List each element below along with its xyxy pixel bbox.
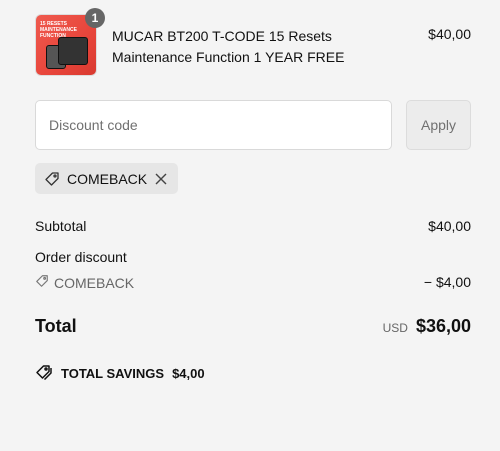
applied-discount-tag: COMEBACK xyxy=(35,163,179,194)
savings-value: $4,00 xyxy=(172,366,205,381)
discount-code-input[interactable] xyxy=(35,100,392,150)
currency-code: USD xyxy=(382,321,408,335)
remove-discount-icon[interactable] xyxy=(154,172,168,186)
total-amount: $36,00 xyxy=(415,316,471,336)
subtotal-row: Subtotal $40,00 xyxy=(35,218,471,234)
applied-code-label: COMEBACK xyxy=(67,170,148,187)
discount-amount: − $4,00 xyxy=(423,274,471,290)
order-discount-row: Order discount xyxy=(35,249,471,265)
discount-code-row: COMEBACK − $4,00 xyxy=(35,274,471,291)
discount-code-label: COMEBACK xyxy=(54,274,135,291)
subtotal-label: Subtotal xyxy=(35,218,87,234)
product-thumbnail: 15 RESETS MAINTENANCE FUNCTION 1 xyxy=(35,8,105,76)
apply-button[interactable]: Apply xyxy=(406,100,471,150)
cart-line-item: 15 RESETS MAINTENANCE FUNCTION 1 MUCAR B… xyxy=(35,8,471,76)
total-row: Total USD $36,00 xyxy=(35,316,471,337)
total-savings: TOTAL SAVINGS $4,00 xyxy=(35,364,205,383)
product-price: $40,00 xyxy=(428,26,471,42)
total-label: Total xyxy=(35,316,77,336)
savings-label: TOTAL SAVINGS xyxy=(61,366,165,381)
savings-tag-icon xyxy=(35,364,53,383)
quantity-badge: 1 xyxy=(85,8,105,28)
subtotal-value: $40,00 xyxy=(428,218,471,234)
tag-icon xyxy=(44,171,60,187)
order-discount-label: Order discount xyxy=(35,249,127,265)
product-title: MUCAR BT200 T-CODE 15 Resets Maintenance… xyxy=(112,28,345,65)
tag-icon xyxy=(35,274,49,291)
